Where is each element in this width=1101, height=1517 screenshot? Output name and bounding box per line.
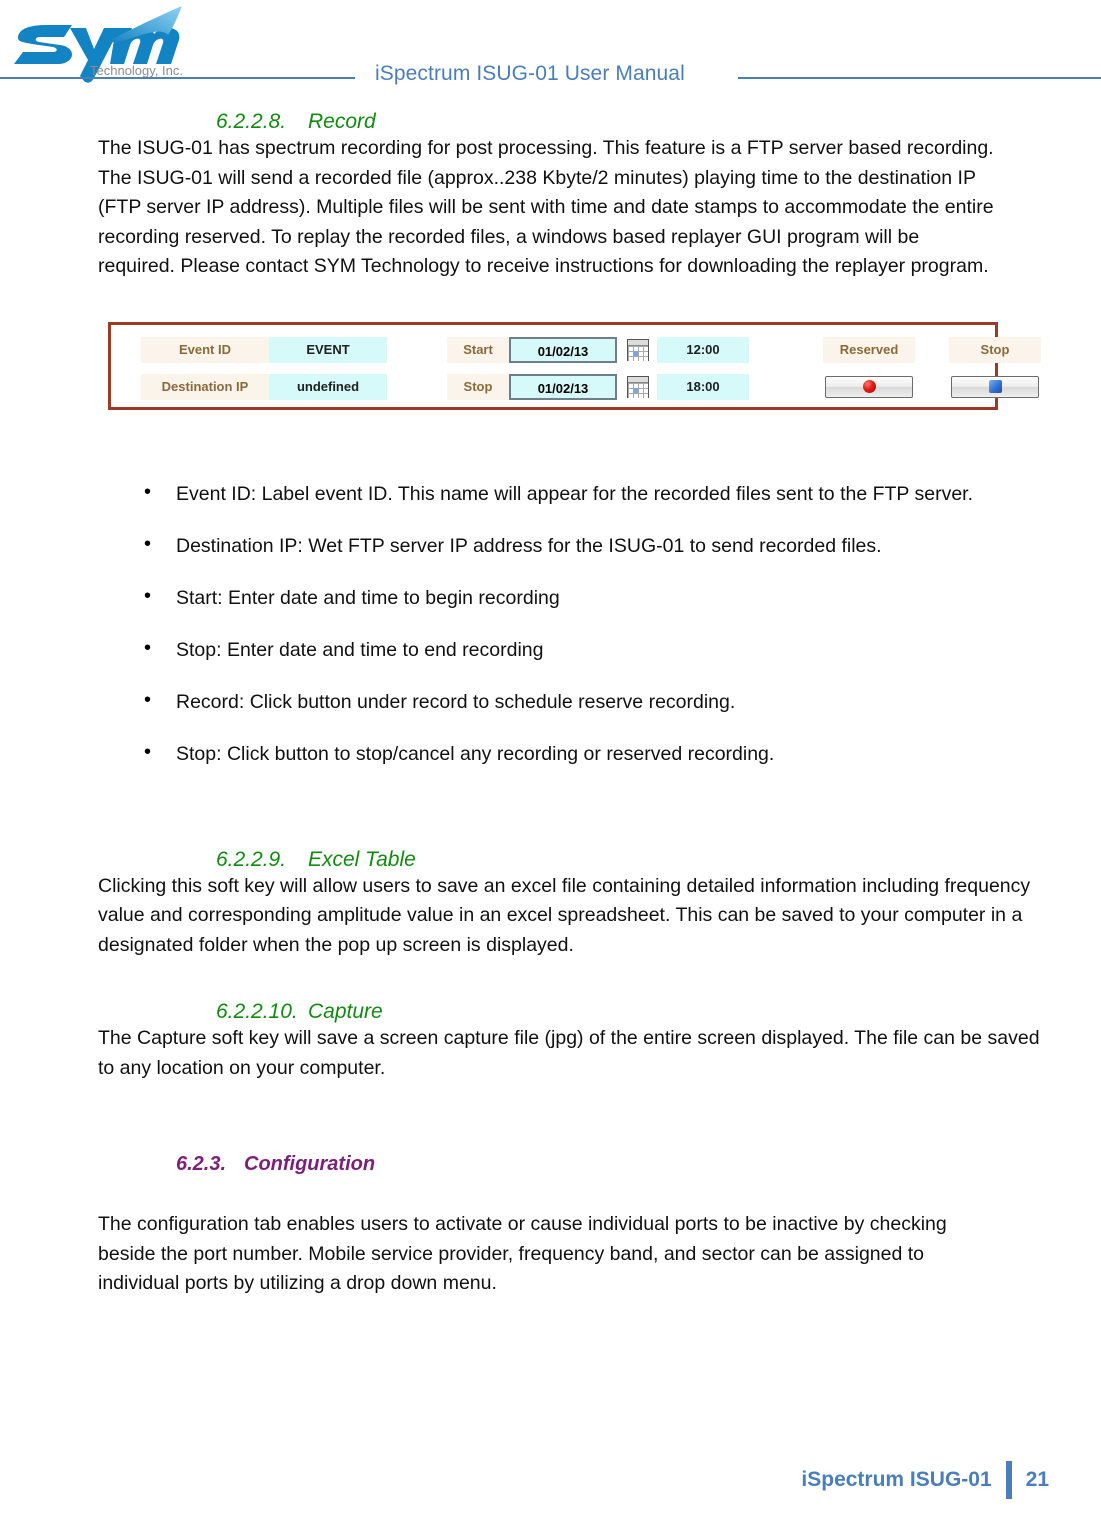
paragraph-excel-table: Clicking this soft key will allow users … — [98, 874, 1031, 956]
list-item: Start: Enter date and time to begin reco… — [98, 582, 1041, 612]
reserved-label: Reserved — [823, 336, 915, 363]
start-label: Start — [447, 336, 509, 363]
sym-logo-icon: Technology, Inc. — [14, 6, 183, 83]
heading-record: 6.2.2.8. Record — [98, 110, 1041, 134]
list-item: Record: Click button under record to sch… — [98, 686, 1041, 716]
heading-configuration-number: 6.2.3. — [176, 1153, 227, 1175]
calendar-icon[interactable] — [627, 338, 649, 361]
heading-record-title: Record — [308, 110, 376, 133]
footer-inner: iSpectrum ISUG-01 21 — [801, 1461, 1049, 1499]
record-panel-row-2: Destination IP undefined Stop 01/02/13 1… — [111, 373, 1039, 400]
stop-button[interactable] — [951, 375, 1039, 398]
stop-column-label: Stop — [949, 336, 1041, 363]
paragraph-configuration: The configuration tab enables users to a… — [98, 1213, 947, 1294]
stop-time-value[interactable]: 18:00 — [657, 373, 749, 400]
heading-capture-number: 6.2.2.10. — [216, 1000, 298, 1023]
sym-technology-logo: Technology, Inc. — [6, 4, 206, 84]
start-date-input[interactable]: 01/02/13 — [509, 336, 617, 363]
heading-excel-table-number: 6.2.2.9. — [216, 847, 287, 871]
list-item: Stop: Click button to stop/cancel any re… — [98, 738, 1041, 768]
heading-capture: 6.2.2.10. Capture — [98, 1000, 1041, 1024]
calendar-icon[interactable] — [627, 375, 649, 398]
heading-excel-table: 6.2.2.9. Excel Table — [98, 848, 1041, 872]
list-item: Destination IP: Wet FTP server IP addres… — [98, 530, 1041, 560]
paragraph-record: The ISUG-01 has spectrum recording for p… — [98, 137, 994, 277]
page-footer: iSpectrum ISUG-01 21 — [0, 1459, 1101, 1499]
record-settings-panel-image: Event ID EVENT Start 01/02/13 12:00 Rese… — [108, 321, 1041, 410]
stop-date-input[interactable]: 01/02/13 — [509, 373, 617, 400]
header-title: iSpectrum ISUG-01 User Manual — [375, 62, 685, 85]
destination-ip-label: Destination IP — [141, 373, 269, 400]
paragraph-capture: The Capture soft key will save a screen … — [98, 1027, 1040, 1079]
list-item: Stop: Enter date and time to end recordi… — [98, 634, 1041, 664]
document-content: 6.2.2.8. Record The ISUG-01 has spectrum … — [0, 110, 1101, 1299]
header-rule-left — [0, 77, 355, 79]
record-panel-row-1: Event ID EVENT Start 01/02/13 12:00 Rese… — [111, 336, 1041, 363]
svg-text:Technology, Inc.: Technology, Inc. — [90, 63, 183, 78]
event-id-label: Event ID — [141, 336, 269, 363]
page-number: 21 — [1025, 1468, 1049, 1491]
footer-title: iSpectrum ISUG-01 — [801, 1468, 992, 1491]
record-circle-icon — [862, 380, 876, 393]
page-header: Technology, Inc. iSpectrum ISUG-01 User … — [0, 0, 1101, 110]
destination-ip-value[interactable]: undefined — [269, 373, 387, 400]
record-button[interactable] — [825, 375, 913, 398]
stop-label: Stop — [447, 373, 509, 400]
heading-excel-table-title: Excel Table — [308, 847, 416, 871]
heading-capture-title: Capture — [308, 1000, 383, 1023]
heading-configuration-title: Configuration — [244, 1153, 376, 1175]
start-time-value[interactable]: 12:00 — [657, 336, 749, 363]
event-id-value[interactable]: EVENT — [269, 336, 387, 363]
heading-record-number: 6.2.2.8. — [216, 110, 287, 133]
stop-square-icon — [988, 380, 1002, 393]
list-item: Event ID: Label event ID. This name will… — [98, 478, 1041, 508]
header-rule-right — [738, 77, 1101, 79]
record-field-bullet-list: Event ID: Label event ID. This name will… — [98, 478, 1041, 768]
heading-configuration: 6.2.3. Configuration — [98, 1153, 1041, 1176]
